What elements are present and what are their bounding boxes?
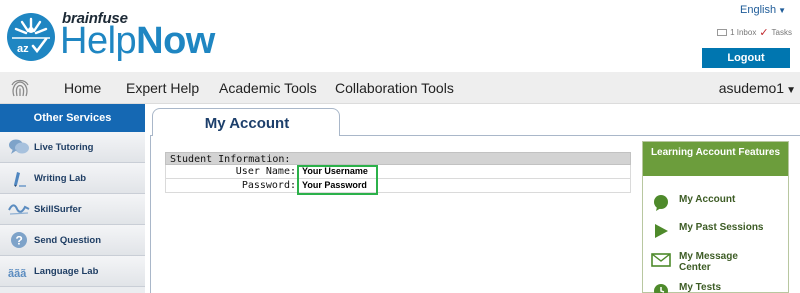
student-info-table: Student Information: User Name: Your Use… bbox=[165, 152, 631, 193]
password-label: Password: bbox=[241, 180, 296, 191]
sidebar-item-label: Language Lab bbox=[34, 265, 99, 277]
fingerprint-icon[interactable] bbox=[8, 76, 32, 100]
nav-academic-tools[interactable]: Academic Tools bbox=[219, 80, 317, 96]
nav-home[interactable]: Home bbox=[64, 80, 101, 96]
sidebar-title: Other Services bbox=[0, 104, 145, 132]
brand-now: Now bbox=[136, 20, 215, 62]
sidebar-item-send-question[interactable]: ? Send Question bbox=[0, 225, 145, 256]
feature-label: My Past Sessions bbox=[679, 222, 764, 233]
svg-text:?: ? bbox=[16, 234, 23, 248]
tasks-link[interactable]: Tasks bbox=[772, 28, 792, 37]
svg-text:az: az bbox=[17, 43, 29, 55]
envelope-icon bbox=[717, 29, 728, 36]
brand-title: HelpNow bbox=[60, 20, 215, 62]
sidebar-item-label: Live Tutoring bbox=[34, 141, 94, 153]
feature-label: My Message Center bbox=[679, 251, 738, 273]
sidebar-item-label: Writing Lab bbox=[34, 172, 87, 184]
wave-icon bbox=[8, 199, 30, 219]
speech-bubble-icon bbox=[651, 194, 671, 212]
inbox-link[interactable]: 1 Inbox bbox=[730, 28, 756, 37]
brand-help: Help bbox=[60, 20, 137, 62]
top-nav: Home Expert Help Academic Tools Collabor… bbox=[0, 72, 800, 104]
credentials-highlight-box bbox=[297, 165, 378, 195]
header: az brainfuse HelpNow English ▼ 1 Inbox ✓ … bbox=[0, 0, 800, 72]
language-label: English bbox=[740, 4, 777, 16]
tab-my-account[interactable]: My Account bbox=[152, 108, 340, 136]
feature-my-account[interactable]: My Account bbox=[651, 194, 735, 212]
utility-links: 1 Inbox ✓ Tasks bbox=[717, 26, 792, 39]
learning-features-title: Learning Account Features bbox=[643, 142, 788, 176]
username-display: asudemo1 bbox=[718, 80, 785, 96]
nav-expert-help[interactable]: Expert Help bbox=[126, 80, 199, 96]
tab-label: My Account bbox=[204, 115, 290, 132]
sidebar-item-label: Send Question bbox=[34, 234, 102, 246]
feature-label: My Tests bbox=[679, 282, 722, 293]
envelope-icon bbox=[651, 251, 671, 269]
feature-label: My Account bbox=[679, 194, 736, 205]
table-row: User Name: Your Username bbox=[165, 165, 631, 179]
feature-my-tests[interactable]: My Tests bbox=[651, 282, 721, 293]
question-icon: ? bbox=[8, 230, 30, 250]
pen-icon bbox=[8, 168, 30, 188]
nav-collaboration-tools[interactable]: Collaboration Tools bbox=[335, 80, 454, 96]
chevron-down-icon: ▼ bbox=[778, 6, 786, 15]
user-menu[interactable]: asudemo1 ▼ bbox=[719, 80, 796, 96]
sidebar-item-language-lab[interactable]: ããã Language Lab bbox=[0, 256, 145, 287]
play-icon bbox=[651, 222, 671, 240]
svg-text:ããã: ããã bbox=[8, 268, 27, 280]
checkmark-icon: ✓ bbox=[759, 27, 769, 39]
feature-my-past-sessions[interactable]: My Past Sessions bbox=[651, 222, 763, 240]
sidebar: Other Services Live Tutoring Writing Lab… bbox=[0, 104, 145, 293]
logout-button[interactable]: Logout bbox=[702, 48, 790, 68]
letters-icon: ããã bbox=[8, 261, 30, 281]
chevron-down-icon: ▼ bbox=[786, 85, 796, 96]
brainfuse-logo-icon[interactable]: az bbox=[6, 12, 56, 62]
student-info-header: Student Information: bbox=[165, 152, 631, 165]
feature-my-message-center[interactable]: My Message Center bbox=[651, 251, 771, 273]
clock-icon bbox=[651, 282, 671, 293]
sidebar-item-live-tutoring[interactable]: Live Tutoring bbox=[0, 132, 145, 163]
sidebar-item-skillsurfer[interactable]: SkillSurfer bbox=[0, 194, 145, 225]
table-row: Password: Your Password bbox=[165, 179, 631, 193]
sidebar-item-label: SkillSurfer bbox=[34, 203, 82, 215]
username-label: User Name: bbox=[235, 166, 296, 177]
sidebar-item-writing-lab[interactable]: Writing Lab bbox=[0, 163, 145, 194]
chat-bubbles-icon bbox=[8, 137, 30, 157]
language-selector[interactable]: English ▼ bbox=[740, 4, 786, 16]
learning-features-box: Learning Account Features My Account My … bbox=[642, 141, 789, 293]
